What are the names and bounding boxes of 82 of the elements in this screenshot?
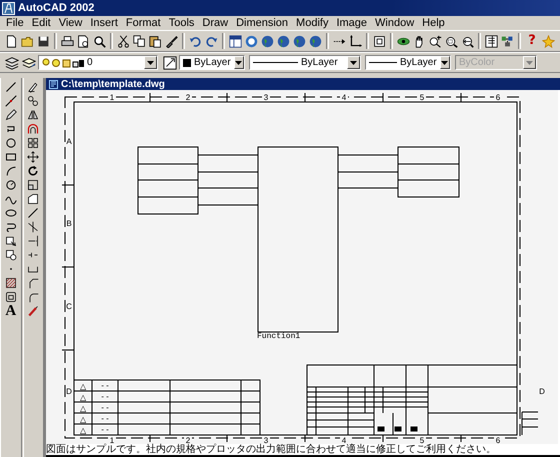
menu-item[interactable]: File (2, 16, 28, 30)
help-button[interactable]: ? (524, 33, 540, 49)
layer-swatch-icon[interactable] (162, 54, 178, 70)
zoom-icon[interactable] (428, 34, 443, 48)
drawing-file-icon (49, 80, 58, 88)
ring-icon[interactable] (244, 34, 259, 48)
construction-line-icon[interactable] (2, 94, 19, 108)
column-label: 6 (496, 436, 500, 444)
globe-icon[interactable] (260, 34, 275, 48)
menu-item[interactable]: Format (122, 16, 165, 30)
linetype-dropdown[interactable]: ByLayer (249, 55, 361, 70)
line-sample (253, 62, 298, 63)
row-label: A (66, 137, 72, 146)
app-icon (2, 2, 15, 14)
layer-dropdown[interactable]: 0 (38, 55, 158, 70)
paste-icon[interactable] (148, 34, 163, 48)
revision-number: - - (101, 414, 109, 423)
grid-window-icon[interactable] (228, 34, 243, 48)
document-title: C:\temp\template.dwg (61, 78, 165, 90)
column-label: 6 (496, 93, 500, 102)
star-icon[interactable] (541, 34, 556, 48)
connector-drawing (198, 154, 258, 206)
table-drawing (398, 146, 460, 198)
line-sample (369, 62, 397, 63)
menu-item[interactable]: Window (371, 16, 418, 30)
globe-icon[interactable] (308, 34, 323, 48)
menu-item[interactable]: Tools (164, 16, 198, 30)
magnifier-icon[interactable] (92, 34, 107, 48)
row-label: D (66, 387, 72, 396)
layer-state-icon[interactable] (42, 58, 84, 68)
revision-number: - - (101, 425, 109, 434)
row-label: B (66, 219, 72, 228)
column-label: 1 (110, 93, 114, 102)
column-label: 2 (186, 436, 190, 444)
revision-mark: △ (80, 382, 86, 391)
menu-item[interactable]: View (54, 16, 86, 30)
text-tool-button[interactable]: A (3, 304, 18, 318)
print-preview-icon[interactable] (76, 34, 91, 48)
properties-icon[interactable] (484, 34, 499, 48)
menu-item[interactable]: Modify (292, 16, 332, 30)
globe-icon[interactable] (276, 34, 291, 48)
move-icon[interactable] (25, 150, 42, 164)
revision-mark: △ (80, 426, 86, 435)
brush-icon[interactable] (164, 34, 179, 48)
column-label: 5 (420, 93, 424, 102)
block-label: Function1 (257, 332, 300, 341)
window-icon[interactable] (372, 34, 387, 48)
revision-mark: △ (80, 415, 86, 424)
globe-icon[interactable] (292, 34, 307, 48)
table-drawing (138, 146, 198, 214)
menu-item[interactable]: Help (418, 16, 449, 30)
column-label: 4 (342, 436, 346, 444)
save-icon[interactable] (36, 34, 51, 48)
column-label: 2 (186, 93, 190, 102)
menu-item[interactable]: Image (332, 16, 372, 30)
revision-number: - - (101, 381, 109, 390)
column-label: 3 (264, 436, 268, 444)
revision-mark: △ (80, 404, 86, 413)
new-file-icon[interactable] (4, 34, 19, 48)
row-label: D (539, 387, 545, 396)
revision-mark: △ (80, 393, 86, 402)
revision-number: - - (101, 403, 109, 412)
connector-drawing (338, 154, 398, 188)
copy-icon[interactable] (132, 34, 147, 48)
axis-icon[interactable] (348, 34, 363, 48)
column-label: 5 (420, 436, 424, 444)
window-title: AutoCAD 2002 (18, 2, 94, 14)
column-label: 1 (110, 436, 114, 444)
lineweight-dropdown[interactable]: ByLayer (365, 55, 451, 70)
color-dropdown[interactable]: ByLayer (179, 55, 245, 70)
row-label: C (66, 302, 72, 311)
menu-item[interactable]: Dimension (232, 16, 292, 30)
revision-number: - - (101, 392, 109, 401)
layers-icon[interactable] (4, 54, 20, 70)
color-swatch (183, 58, 191, 66)
menu-item[interactable]: Insert (86, 16, 122, 30)
print-icon[interactable] (60, 34, 75, 48)
menu-item[interactable]: Draw (198, 16, 232, 30)
menu-item[interactable]: Edit (28, 16, 55, 30)
column-label: 4 (342, 93, 346, 102)
cut-icon[interactable] (116, 34, 131, 48)
column-label: 3 (264, 93, 268, 102)
